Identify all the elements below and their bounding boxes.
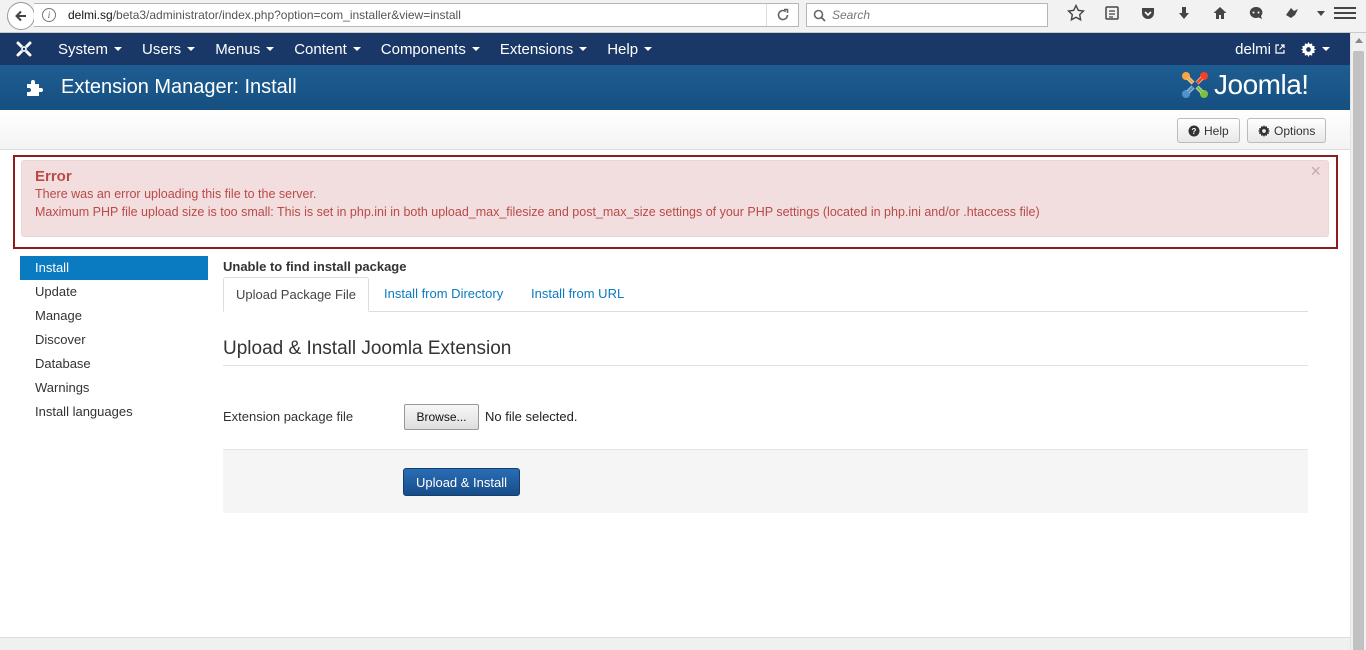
options-button-label: Options [1274, 123, 1316, 138]
browser-toolbar-icons [1058, 0, 1332, 26]
home-icon[interactable] [1202, 0, 1238, 26]
divider [223, 365, 1308, 366]
close-icon[interactable]: × [1310, 161, 1321, 182]
caret-down-icon [266, 47, 275, 51]
chat-icon[interactable] [1238, 0, 1274, 26]
status-footer [0, 637, 1350, 650]
install-tabs: Upload Package File Install from Directo… [223, 277, 1308, 312]
page-title: Extension Manager: Install [61, 76, 297, 98]
tab-upload-package[interactable]: Upload Package File [223, 277, 369, 312]
search-placeholder: Search [832, 8, 871, 22]
scrollbar-thumb[interactable] [1353, 51, 1364, 650]
tab-install-url[interactable]: Install from URL [519, 277, 636, 312]
puzzle-icon [27, 80, 43, 96]
nav-item-users[interactable]: Users [132, 41, 205, 58]
caret-down-icon [114, 47, 123, 51]
sidebar-item-database[interactable]: Database [20, 352, 208, 376]
error-alert: Error There was an error uploading this … [21, 160, 1329, 237]
nav-item-content[interactable]: Content [284, 41, 371, 58]
nav-item-label: System [58, 40, 109, 58]
tab-install-directory[interactable]: Install from Directory [372, 277, 515, 312]
nav-item-label: Components [380, 40, 466, 58]
nav-item-menus[interactable]: Menus [205, 41, 284, 58]
caret-down-icon [644, 47, 653, 51]
address-bar[interactable]: i delmi.sg/beta3/administrator/index.php… [34, 3, 799, 27]
sidebar-item-manage[interactable]: Manage [20, 304, 208, 328]
caret-down-icon [187, 47, 196, 51]
caret-down-icon [352, 47, 361, 51]
caret-down-icon [471, 47, 480, 51]
browser-toolbar: i delmi.sg/beta3/administrator/index.php… [0, 0, 1366, 33]
nav-item-label: Help [607, 40, 639, 58]
nav-item-system[interactable]: System [48, 41, 132, 58]
joomla-logo-icon[interactable] [0, 40, 48, 58]
question-circle-icon: ? [1188, 125, 1200, 136]
hamburger-menu-icon[interactable] [1334, 3, 1356, 23]
external-link-icon [1275, 44, 1285, 54]
sidebar-item-update[interactable]: Update [20, 280, 208, 304]
settings-menu[interactable] [1301, 41, 1330, 57]
vertical-scrollbar[interactable] [1350, 33, 1366, 650]
caret-down-icon [579, 47, 588, 51]
arrow-left-icon [15, 10, 26, 22]
back-button[interactable] [7, 2, 35, 30]
gear-icon [1301, 41, 1316, 57]
nav-item-label: Content [294, 40, 347, 58]
caret-down-icon [1322, 47, 1330, 51]
help-button[interactable]: ? Help [1177, 118, 1240, 143]
sidebar-item-install[interactable]: Install [20, 256, 208, 280]
gear-icon [1258, 124, 1270, 137]
nav-right: delmi [1235, 33, 1330, 65]
chevron-down-icon[interactable] [1310, 0, 1332, 26]
reading-list-icon[interactable] [1094, 0, 1130, 26]
file-status-text: No file selected. [485, 409, 578, 424]
url-domain: delmi.sg [68, 8, 113, 22]
extension-addon-icon[interactable] [1274, 0, 1310, 26]
help-button-label: Help [1204, 123, 1229, 138]
package-file-label: Extension package file [223, 409, 354, 424]
page-header: Extension Manager: Install Joomla! [0, 65, 1350, 110]
alert-heading: Error [35, 168, 72, 185]
user-name: delmi [1235, 40, 1271, 58]
sidebar-item-warnings[interactable]: Warnings [20, 376, 208, 400]
browser-search-input[interactable]: Search [806, 3, 1048, 27]
admin-navbar: System Users Menus Content Components Ex… [0, 33, 1350, 65]
sidebar-item-install-languages[interactable]: Install languages [20, 400, 208, 424]
user-link[interactable]: delmi [1235, 41, 1285, 58]
nav-item-components[interactable]: Components [371, 41, 490, 58]
nav-item-label: Menus [215, 40, 261, 58]
nav-item-help[interactable]: Help [597, 41, 662, 58]
joomla-brand-logo: Joomla! [1180, 69, 1309, 101]
form-actions: Upload & Install [223, 449, 1308, 513]
search-icon [813, 9, 826, 22]
reload-button[interactable] [766, 4, 798, 26]
options-button[interactable]: Options [1247, 118, 1327, 143]
nav-item-label: Users [142, 40, 182, 58]
joomla-brand-icon [1182, 72, 1208, 98]
brand-name: Joomla! [1214, 69, 1309, 100]
upload-install-button[interactable]: Upload & Install [403, 468, 520, 496]
nav-item-label: Extensions [499, 40, 574, 58]
svg-text:?: ? [1192, 127, 1197, 136]
scroll-up-arrow-icon[interactable] [1355, 38, 1363, 43]
section-title: Upload & Install Joomla Extension [223, 338, 512, 359]
action-toolbar: ? Help Options [0, 110, 1350, 150]
sidebar: Install Update Manage Discover Database … [20, 256, 208, 424]
status-subtitle: Unable to find install package [223, 259, 407, 274]
url-path: /beta3/administrator/index.php?option=co… [112, 8, 461, 22]
browse-button[interactable]: Browse... [404, 404, 479, 430]
alert-message-line: Maximum PHP file upload size is too smal… [35, 205, 1040, 219]
alert-message-line: There was an error uploading this file t… [35, 187, 317, 201]
download-icon[interactable] [1166, 0, 1202, 26]
sidebar-item-discover[interactable]: Discover [20, 328, 208, 352]
info-icon[interactable]: i [42, 8, 56, 22]
reload-icon [777, 8, 788, 21]
bookmark-star-icon[interactable] [1058, 0, 1094, 26]
pocket-icon[interactable] [1130, 0, 1166, 26]
nav-item-extensions[interactable]: Extensions [490, 41, 597, 58]
